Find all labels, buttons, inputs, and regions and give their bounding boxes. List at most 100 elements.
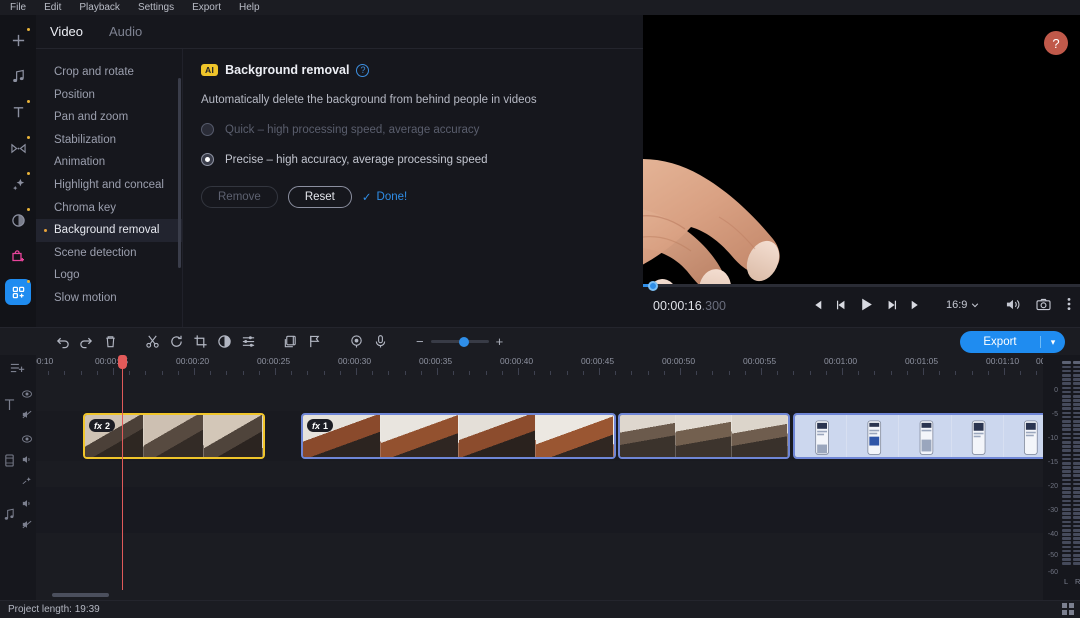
properties-header: AI Background removal ? [201,63,625,77]
meter-tick-label: -50 [1048,552,1058,559]
ruler-tick [631,371,632,375]
track-volume-icon[interactable] [22,495,32,513]
help-floating-button[interactable]: ? [1044,31,1068,55]
help-icon[interactable]: ? [356,64,369,77]
crop-button[interactable] [188,334,212,349]
chevron-down-icon[interactable]: ▾ [1041,337,1065,348]
tool-item-highlight-and-conceal[interactable]: Highlight and conceal [36,174,182,197]
remove-button[interactable]: Remove [201,186,278,208]
prev-frame-icon[interactable] [835,298,847,316]
tool-item-pan-and-zoom[interactable]: Pan and zoom [36,106,182,129]
playhead-handle[interactable] [118,355,127,369]
tool-item-animation[interactable]: Animation [36,151,182,174]
export-button[interactable]: Export ▾ [960,331,1065,353]
tool-list-scrollbar[interactable] [178,78,181,268]
preview-canvas[interactable]: ? [643,15,1080,285]
radio-precise-icon[interactable] [201,153,214,166]
skip-start-icon[interactable] [811,298,823,316]
clip-properties-button[interactable] [278,334,302,349]
tool-item-stabilization[interactable]: Stabilization [36,129,182,152]
add-track-button[interactable] [0,360,36,376]
ruler-label: 00:01:00 [824,356,857,366]
radio-quick-label: Quick – high processing speed, average a… [225,124,479,136]
aspect-ratio-dropdown[interactable]: 16:9 [946,299,979,311]
zoom-track[interactable] [431,340,489,343]
voiceover-button[interactable] [368,334,392,349]
track-mute-icon[interactable] [22,406,32,424]
record-button[interactable] [344,334,368,349]
effects-icon[interactable] [5,171,31,197]
tool-item-crop-and-rotate[interactable]: Crop and rotate [36,61,182,84]
tool-item-logo[interactable]: Logo [36,264,182,287]
tool-item-background-removal[interactable]: Background removal [36,219,182,242]
radio-option-precise[interactable]: Precise – high accuracy, average process… [201,153,625,166]
transitions-icon[interactable] [5,135,31,161]
tool-item-slow-motion[interactable]: Slow motion [36,287,182,310]
timeline-clip[interactable]: fx 1 [301,413,616,459]
track-mute-icon[interactable] [22,516,32,534]
track-visibility-icon[interactable] [22,385,32,403]
timeline-clip[interactable]: fx 2 [83,413,265,459]
more-tools-icon[interactable] [5,279,31,305]
audio-track-lane[interactable] [36,487,1043,533]
menu-item-export[interactable]: Export [192,2,221,13]
timeline-zoom-slider[interactable]: − + [416,334,503,349]
delete-button[interactable] [98,334,122,349]
skip-end-icon[interactable] [910,298,922,316]
meter-segment [1073,433,1080,436]
tab-audio[interactable]: Audio [105,22,146,41]
zoom-out-button[interactable]: − [416,334,424,349]
timeline-body[interactable]: fx 2 fx 1 [36,377,1043,590]
more-options-icon[interactable] [1067,297,1071,316]
audio-icon[interactable] [5,63,31,89]
ruler-tick [988,371,989,375]
timeline-ruler[interactable]: 00:10 00:00:15 00:00:20 00:00:25 00:00:3… [36,355,1043,377]
color-adjust-button[interactable] [212,334,236,349]
tab-video[interactable]: Video [46,22,87,41]
tool-item-scene-detection[interactable]: Scene detection [36,242,182,265]
zoom-handle[interactable] [459,337,469,347]
titles-icon[interactable] [5,99,31,125]
tool-item-chroma-key[interactable]: Chroma key [36,197,182,220]
zoom-in-button[interactable]: + [496,334,504,349]
timeline-scrollbar-thumb[interactable] [52,593,109,597]
ruler-tick [486,371,487,375]
menu-item-file[interactable]: File [10,2,26,13]
seek-bar[interactable] [643,284,1080,287]
project-length-label: Project length: 19:39 [8,604,100,615]
view-mode-icon[interactable] [1062,602,1074,618]
filters-icon[interactable] [5,207,31,233]
meter-segment [1073,512,1080,515]
cut-button[interactable] [140,334,164,349]
rotate-button[interactable] [164,334,188,349]
next-frame-icon[interactable] [886,298,898,316]
menu-item-help[interactable]: Help [239,2,260,13]
track-effects-icon[interactable] [22,472,32,490]
undo-button[interactable] [50,334,74,349]
timeline-clip[interactable] [793,413,1058,459]
radio-quick-icon[interactable] [201,123,214,136]
stickers-icon[interactable] [5,243,31,269]
menu-item-playback[interactable]: Playback [79,2,120,13]
volume-icon[interactable] [1005,298,1020,316]
redo-button[interactable] [74,334,98,349]
track-visibility-icon[interactable] [22,430,32,448]
menu-item-edit[interactable]: Edit [44,2,61,13]
add-media-icon[interactable] [5,27,31,53]
marker-button[interactable] [302,334,326,349]
timeline-clip[interactable] [618,413,790,459]
meter-segment [1073,470,1080,473]
reset-button[interactable]: Reset [288,186,352,208]
snapshot-icon[interactable] [1036,298,1051,316]
timeline-scrollbar[interactable] [36,590,1043,600]
equalizer-button[interactable] [236,334,260,349]
track-volume-icon[interactable] [22,451,32,469]
page-title: Background removal [225,63,349,77]
ruler-tick [567,371,568,375]
seek-handle[interactable] [648,281,658,291]
play-icon[interactable] [859,297,874,317]
radio-option-quick[interactable]: Quick – high processing speed, average a… [201,123,625,136]
meter-segment [1073,378,1080,381]
menu-item-settings[interactable]: Settings [138,2,174,13]
tool-item-position[interactable]: Position [36,84,182,107]
